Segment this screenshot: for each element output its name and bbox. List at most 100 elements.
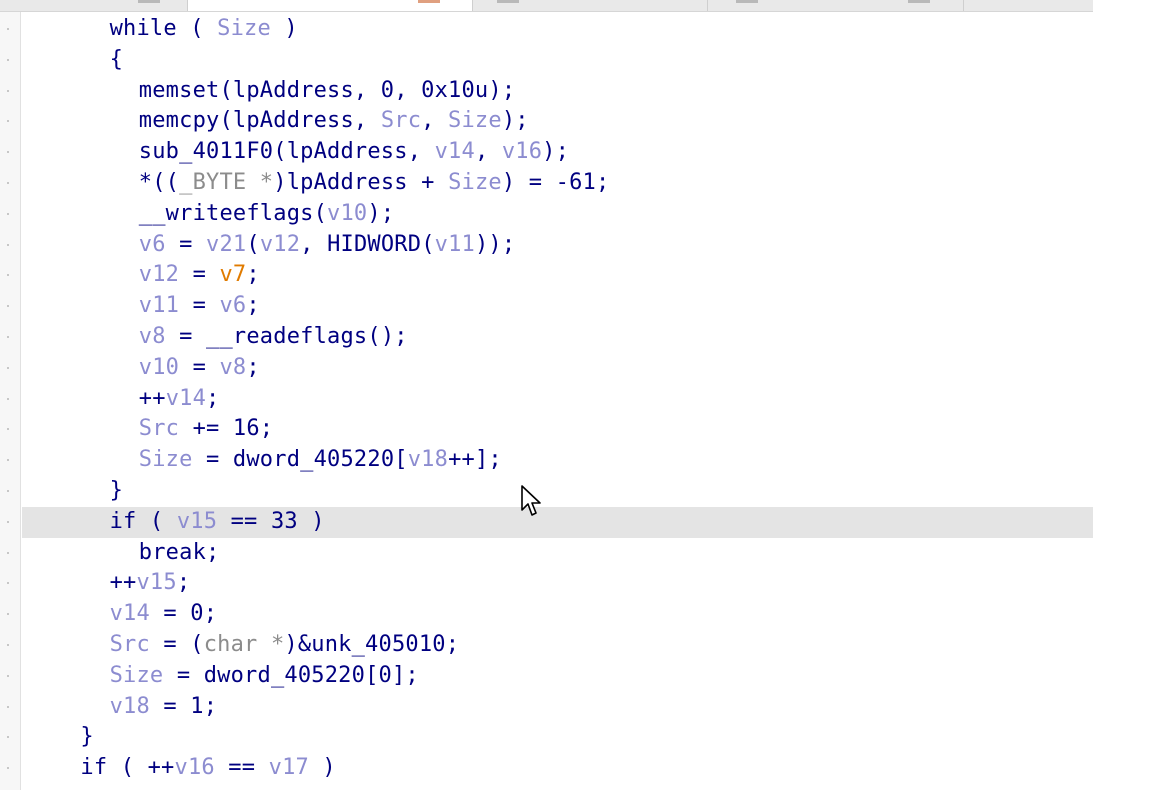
- code-token-var[interactable]: v18: [110, 694, 150, 719]
- code-token-fn[interactable]: HIDWORD: [327, 232, 421, 257]
- code-token-var[interactable]: v8: [139, 324, 166, 349]
- code-token-p: ,: [421, 108, 449, 134]
- gutter-marker: [7, 274, 9, 277]
- code-token-var[interactable]: Src: [110, 632, 150, 657]
- gutter-marker: [7, 243, 9, 246]
- code-token-var[interactable]: v6: [139, 232, 166, 257]
- code-token-var[interactable]: v15: [136, 570, 176, 595]
- code-token-fn[interactable]: dword_405220: [204, 663, 365, 688]
- code-token-var[interactable]: v14: [166, 386, 206, 411]
- code-line[interactable]: if ( v15 == 33 ): [22, 506, 1093, 538]
- code-token-fn[interactable]: __writeeflags: [139, 201, 314, 226]
- code-token-var[interactable]: v10: [139, 355, 179, 380]
- code-token-fn[interactable]: sub_4011F0: [139, 139, 273, 164]
- code-token-var[interactable]: v12: [139, 262, 179, 287]
- gutter-marker: [7, 767, 9, 770]
- code-token-var[interactable]: v16: [175, 755, 215, 780]
- gutter-marker: [7, 520, 9, 523]
- code-token-fn[interactable]: memcpy: [139, 108, 220, 133]
- code-text: if ( ++v16 == v17 ): [22, 755, 336, 780]
- tab-strip: [0, 0, 1094, 12]
- code-text: break;: [22, 540, 219, 565]
- code-token-var[interactable]: Size: [139, 447, 193, 472]
- gutter-marker: [7, 428, 9, 431]
- code-line[interactable]: ++v14;: [22, 384, 1093, 415]
- code-line[interactable]: memset(lpAddress, 0, 0x10u);: [22, 76, 1093, 107]
- code-line[interactable]: while ( Size ): [22, 14, 1093, 45]
- gutter-marker: [7, 336, 9, 338]
- gutter-marker: [7, 705, 9, 708]
- code-token-var[interactable]: v6: [219, 293, 246, 318]
- gutter-marker: [7, 151, 9, 154]
- code-line[interactable]: ++v15;: [22, 568, 1093, 599]
- code-token-type[interactable]: _BYTE *: [179, 170, 273, 195]
- code-line[interactable]: v10 = v8;: [22, 353, 1093, 384]
- tab-close-icon[interactable]: [418, 0, 440, 3]
- tab-close-icon[interactable]: [908, 0, 930, 3]
- code-line[interactable]: v8 = __readeflags();: [22, 322, 1093, 353]
- code-line[interactable]: }: [22, 476, 1093, 507]
- code-token-var[interactable]: v10: [327, 201, 367, 226]
- code-token-p: ( ++: [107, 755, 175, 781]
- code-token-var[interactable]: v12: [260, 232, 300, 257]
- code-token-kw[interactable]: if: [110, 509, 137, 534]
- code-token-var[interactable]: Size: [110, 663, 164, 688]
- code-line[interactable]: v11 = v6;: [22, 291, 1093, 322]
- code-token-var[interactable]: v15: [177, 509, 217, 534]
- code-token-var[interactable]: Size: [448, 108, 502, 133]
- code-token-p: {: [109, 46, 124, 72]
- code-token-var[interactable]: v21: [206, 232, 246, 257]
- code-line[interactable]: v12 = v7;: [22, 260, 1093, 291]
- code-line[interactable]: v18 = 1;: [22, 692, 1093, 723]
- code-token-kw[interactable]: if: [80, 755, 107, 780]
- code-line[interactable]: Size = dword_405220[v18++];: [22, 445, 1093, 476]
- code-line[interactable]: memcpy(lpAddress, Src, Size);: [22, 106, 1093, 137]
- code-token-p: ();: [367, 324, 408, 349]
- code-token-var[interactable]: v11: [139, 293, 179, 318]
- code-token-var[interactable]: Src: [381, 108, 421, 133]
- code-line[interactable]: if ( ++v16 == v17 ): [22, 753, 1093, 784]
- code-line[interactable]: v6 = v21(v12, HIDWORD(v11));: [22, 230, 1093, 261]
- code-token-fn[interactable]: __readeflags: [206, 324, 367, 349]
- code-token-var[interactable]: v16: [502, 139, 542, 164]
- code-token-p: ++];: [448, 447, 502, 473]
- code-token-fn[interactable]: memset: [139, 78, 220, 103]
- code-token-p: [: [394, 447, 408, 473]
- code-line[interactable]: *((_BYTE *)lpAddress + Size) = -61;: [22, 168, 1093, 199]
- code-token-p: ;: [206, 539, 220, 565]
- code-line[interactable]: v14 = 0;: [22, 599, 1093, 630]
- code-token-var[interactable]: Size: [448, 170, 502, 195]
- code-token-kw[interactable]: break: [139, 540, 206, 565]
- code-line[interactable]: Src += 16;: [22, 414, 1093, 445]
- code-line[interactable]: sub_4011F0(lpAddress, v14, v16);: [22, 137, 1093, 168]
- code-token-var[interactable]: v11: [435, 232, 475, 257]
- code-line[interactable]: }: [22, 722, 1093, 753]
- code-line[interactable]: Src = (char *)&unk_405010;: [22, 630, 1093, 661]
- pseudocode-view[interactable]: while ( Size ) { memset(lpAddress, 0, 0x10…: [22, 12, 1093, 790]
- code-line[interactable]: __writeeflags(v10);: [22, 199, 1093, 230]
- code-token-var[interactable]: v14: [110, 601, 150, 626]
- code-line[interactable]: Size = dword_405220[0];: [22, 661, 1093, 692]
- tab-enums[interactable]: [964, 0, 1094, 11]
- code-token-p: = (: [149, 632, 204, 657]
- code-token-p: [0];: [365, 662, 419, 688]
- code-token-var[interactable]: Size: [217, 16, 271, 41]
- code-token-kw[interactable]: while: [110, 16, 177, 41]
- code-token-var[interactable]: Src: [139, 416, 179, 441]
- code-token-type[interactable]: char *: [204, 632, 285, 657]
- gutter-marker: [7, 613, 9, 616]
- code-token-p: ;: [246, 354, 260, 380]
- code-token-var[interactable]: v8: [219, 355, 246, 380]
- code-token-var[interactable]: v18: [408, 447, 448, 472]
- code-token-var[interactable]: v14: [435, 139, 475, 164]
- code-token-fn[interactable]: dword_405220: [233, 447, 394, 472]
- tab-close-icon[interactable]: [138, 0, 160, 3]
- code-token-p: = 1;: [149, 693, 218, 719]
- code-line[interactable]: {: [22, 45, 1093, 76]
- code-token-hl[interactable]: v7: [219, 262, 246, 287]
- code-token-p: }: [80, 724, 94, 750]
- gutter-marker: [7, 89, 9, 92]
- code-token-var[interactable]: v17: [269, 755, 309, 780]
- code-line[interactable]: break;: [22, 538, 1093, 569]
- code-text: {: [22, 47, 123, 72]
